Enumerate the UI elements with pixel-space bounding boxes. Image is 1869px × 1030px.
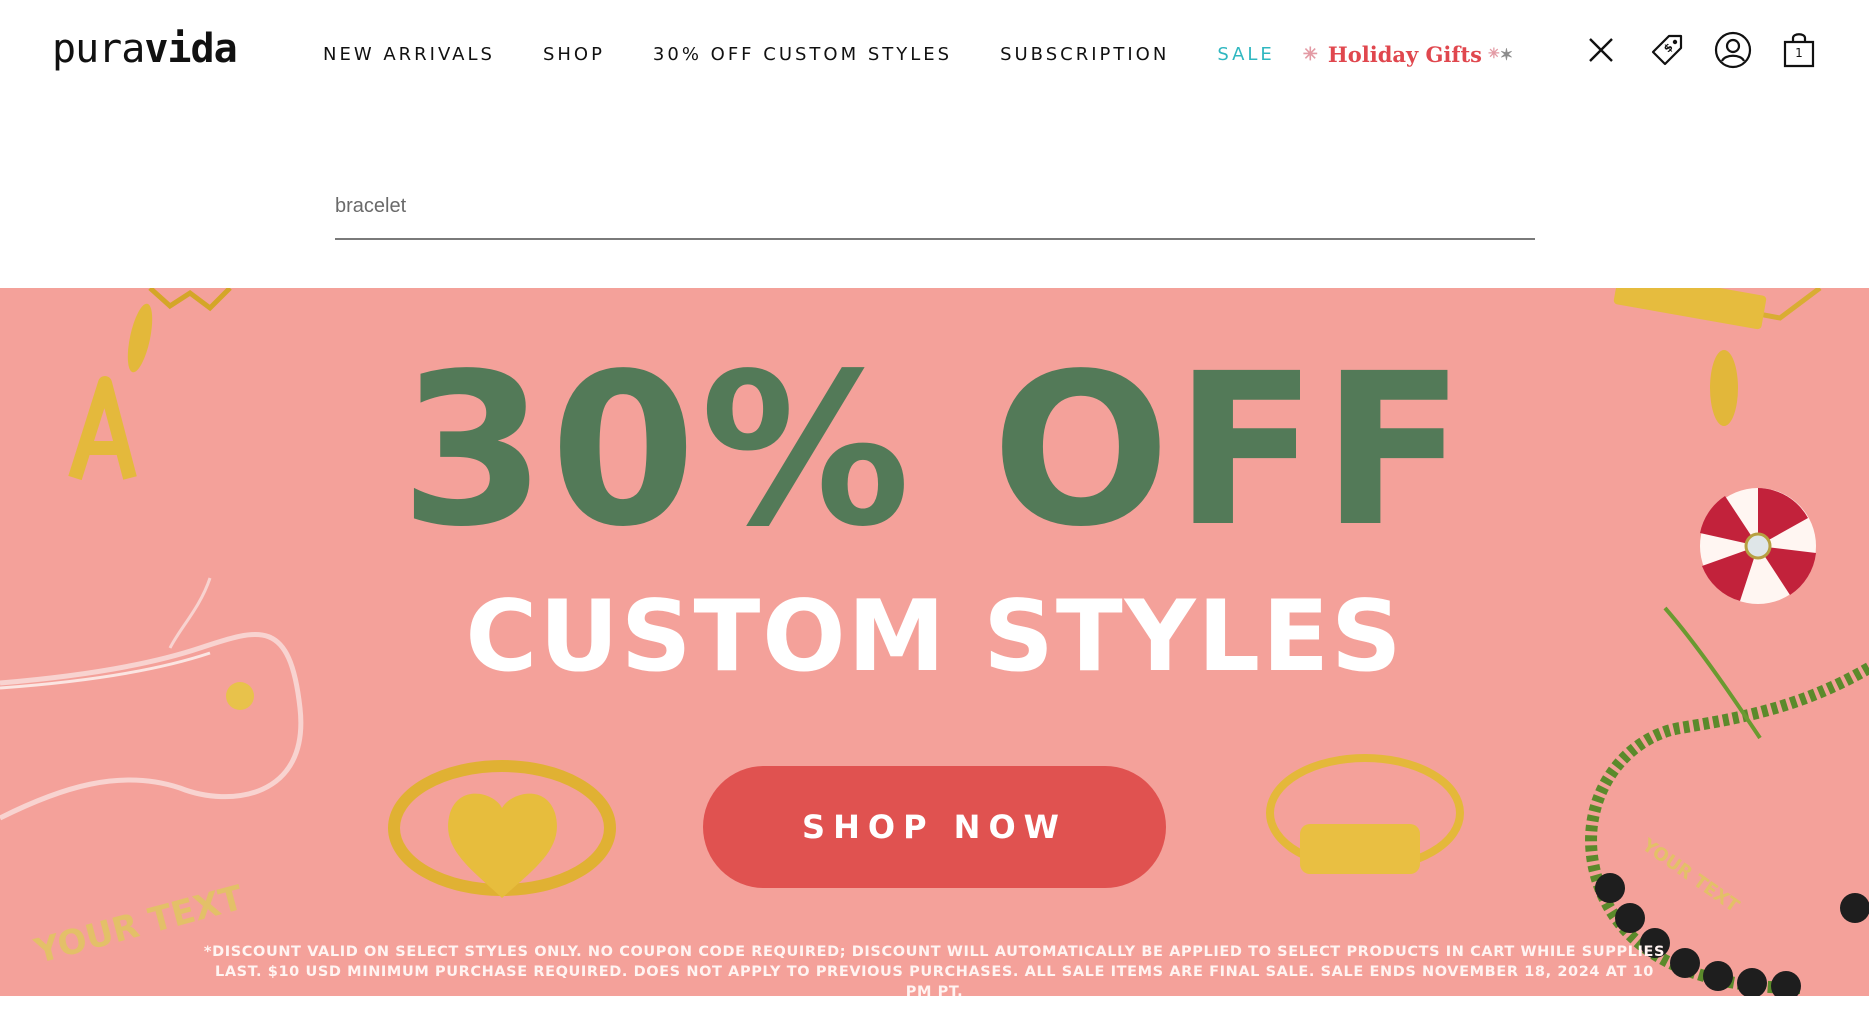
shopping-bag-icon[interactable]: 1 [1779,30,1819,70]
banner-disclaimer: *DISCOUNT VALID ON SELECT STYLES ONLY. N… [200,942,1669,996]
nav-holiday-gifts[interactable]: ✳ Holiday Gifts ✳ ✶ [1303,42,1513,67]
banner-headline: 30% OFF [399,328,1470,573]
close-icon[interactable] [1581,30,1621,70]
main-navigation: NEW ARRIVALS SHOP 30% OFF CUSTOM STYLES … [323,42,1513,67]
header-icon-bar: $ 1 [1555,30,1819,70]
logo-text-regular: pura [52,26,145,72]
account-icon[interactable] [1713,30,1753,70]
site-header: puravida NEW ARRIVALS SHOP 30% OFF CUSTO… [0,0,1869,105]
search-input[interactable] [335,186,1535,226]
nav-subscription[interactable]: SUBSCRIPTION [1000,44,1169,65]
nav-custom-styles[interactable]: 30% OFF CUSTOM STYLES [653,44,952,65]
disclaimer-line-2: LAST. $10 USD MINIMUM PURCHASE REQUIRED.… [215,964,1654,996]
bracelet-text-right: YOUR TEXT [1637,834,1743,917]
nav-sale[interactable]: SALE [1217,44,1274,65]
sparkle-icon: ✳ [1487,46,1500,62]
promo-banner[interactable]: YOUR TEXT YOUR TEXT 30% OFF CUSTOM STYLE… [0,288,1869,996]
nav-new-arrivals[interactable]: NEW ARRIVALS [323,44,495,65]
shop-now-button[interactable]: SHOP NOW [703,766,1166,888]
cart-count: 1 [1795,46,1803,60]
logo-text-bold: vida [144,26,237,72]
banner-subhead: CUSTOM STYLES [465,580,1404,694]
disclaimer-line-1: *DISCOUNT VALID ON SELECT STYLES ONLY. N… [203,944,1666,960]
holiday-gifts-label: Holiday Gifts [1327,41,1482,67]
search-bar [335,180,1535,240]
sparkle-icon: ✶ [1499,44,1514,64]
price-tag-icon[interactable]: $ [1647,30,1687,70]
nav-shop[interactable]: SHOP [543,44,605,65]
sparkle-icon: ✳ [1302,43,1318,65]
puravida-logo[interactable]: puravida [52,26,238,72]
